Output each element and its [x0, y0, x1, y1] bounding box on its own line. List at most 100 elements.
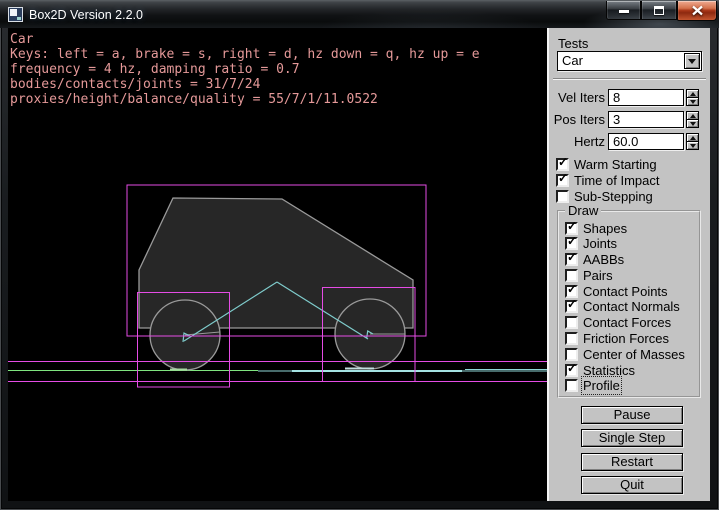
checkmark-icon: ✓	[567, 235, 577, 247]
checkbox-warm-starting[interactable]: ✓	[556, 158, 569, 171]
hertz-down-button[interactable]	[686, 142, 699, 150]
checkbox-sub-stepping[interactable]: ✓	[556, 190, 569, 203]
debug-text-line: Keys: left = a, brake = s, right = d, hz…	[10, 47, 480, 62]
checkbox-label: Contact Points	[583, 284, 668, 299]
draw-group-label: Draw	[565, 204, 601, 218]
triangle-up-icon	[690, 114, 696, 118]
checkbox-label: Friction Forces	[583, 331, 669, 346]
triangle-down-icon	[690, 144, 696, 148]
button-label: Restart	[611, 455, 653, 469]
checkbox-friction-forces[interactable]: ✓	[565, 332, 578, 345]
spinner-pos-iters: Pos Iters 3	[549, 111, 710, 128]
pause-button[interactable]: Pause	[581, 406, 683, 424]
checkbox-row-statistics: ✓ Statistics	[565, 363, 697, 377]
chevron-down-icon	[688, 59, 696, 64]
checkmark-icon: ✓	[558, 156, 568, 168]
checkbox-contact-forces[interactable]: ✓	[565, 316, 578, 329]
spinner-label: Hertz	[549, 134, 605, 149]
checkbox-label: Warm Starting	[574, 157, 657, 172]
front-wheel-contact-mark	[345, 368, 374, 370]
checkmark-icon: ✓	[558, 172, 568, 184]
checkbox-label: Time of Impact	[574, 173, 659, 188]
close-icon	[691, 5, 704, 16]
checkbox-label: Center of Masses	[583, 347, 685, 362]
checkbox-contact-normals[interactable]: ✓	[565, 300, 578, 313]
checkbox-time-of-impact[interactable]: ✓	[556, 174, 569, 187]
checkbox-label: Sub-Stepping	[574, 189, 653, 204]
spinner-label: Vel Iters	[549, 90, 605, 105]
spinner-hertz: Hertz 60.0	[549, 133, 710, 150]
checkbox-shapes[interactable]: ✓	[565, 222, 578, 235]
minimize-icon	[619, 10, 629, 13]
checkbox-label: Contact Forces	[583, 315, 671, 330]
control-panel: Tests Car Vel Iters 8 Pos Iters 3 Hertz …	[547, 28, 710, 501]
button-label: Pause	[614, 408, 651, 422]
draw-options: ✓ Shapes ✓ Joints ✓ AABBs ✓ Pairs ✓ Cont…	[565, 221, 697, 395]
separator	[553, 78, 706, 80]
checkbox-label: Profile	[583, 378, 620, 393]
quit-button[interactable]: Quit	[581, 476, 683, 494]
hertz-input[interactable]: 60.0	[608, 133, 684, 150]
maximize-icon	[654, 6, 664, 15]
checkbox-statistics[interactable]: ✓	[565, 364, 578, 377]
triangle-down-icon	[690, 122, 696, 126]
debug-text-line: proxies/height/balance/quality = 55/7/1/…	[10, 92, 480, 107]
checkbox-aabbs[interactable]: ✓	[565, 253, 578, 266]
checkbox-label: Joints	[583, 236, 617, 251]
minimize-button[interactable]	[606, 1, 641, 20]
close-button[interactable]	[677, 1, 717, 21]
checkbox-label: Shapes	[583, 221, 627, 236]
checkbox-row-contact-points: ✓ Contact Points	[565, 284, 697, 298]
checkbox-label: Statistics	[583, 363, 635, 378]
test-select-value: Car	[562, 53, 583, 69]
vel-iters-input[interactable]: 8	[608, 89, 684, 106]
spinner-arrows	[686, 133, 699, 150]
checkbox-row-contact-normals: ✓ Contact Normals	[565, 300, 697, 314]
checkbox-row-pairs: ✓ Pairs	[565, 268, 697, 282]
spinner-group: Vel Iters 8 Pos Iters 3 Hertz 60.0	[549, 89, 710, 155]
draw-group: Draw ✓ Shapes ✓ Joints ✓ AABBs ✓ Pairs ✓…	[557, 210, 701, 398]
pos-iters-input[interactable]: 3	[608, 111, 684, 128]
restart-button[interactable]: Restart	[581, 453, 683, 471]
checkbox-label: AABBs	[583, 252, 624, 267]
checkbox-row-warm-starting: ✓ Warm Starting	[556, 157, 659, 171]
checkbox-contact-points[interactable]: ✓	[565, 285, 578, 298]
app-window: Box2D Version 2.2.0	[0, 0, 719, 510]
debug-text-line: bodies/contacts/joints = 31/7/24	[10, 77, 480, 92]
title-bar: Box2D Version 2.2.0	[0, 0, 719, 28]
checkbox-row-center-of-masses: ✓ Center of Masses	[565, 347, 697, 361]
vel-iters-up-button[interactable]	[686, 89, 699, 98]
single-step-button[interactable]: Single Step	[581, 429, 683, 447]
vel-iters-down-button[interactable]	[686, 98, 699, 106]
checkbox-label: Pairs	[583, 268, 613, 283]
checkbox-row-profile: ✓ Profile	[565, 379, 697, 393]
spinner-arrows	[686, 89, 699, 106]
test-select[interactable]: Car	[557, 51, 702, 71]
debug-text-line: Car	[10, 32, 480, 47]
hertz-up-button[interactable]	[686, 133, 699, 142]
checkbox-row-shapes: ✓ Shapes	[565, 221, 697, 235]
triangle-up-icon	[690, 92, 696, 96]
checkbox-joints[interactable]: ✓	[565, 237, 578, 250]
pos-iters-down-button[interactable]	[686, 120, 699, 128]
checkbox-pairs[interactable]: ✓	[565, 269, 578, 282]
checkmark-icon: ✓	[567, 251, 577, 263]
checkbox-row-joints: ✓ Joints	[565, 237, 697, 251]
checkbox-center-of-masses[interactable]: ✓	[565, 348, 578, 361]
checkmark-icon: ✓	[567, 298, 577, 310]
spinner-vel-iters: Vel Iters 8	[549, 89, 710, 106]
checkmark-icon: ✓	[567, 362, 577, 374]
solver-toggles: ✓ Warm Starting ✓ Time of Impact ✓ Sub-S…	[556, 157, 659, 205]
checkbox-profile[interactable]: ✓	[565, 379, 578, 392]
bridge-highlight-segment	[292, 370, 462, 372]
maximize-button[interactable]	[641, 1, 677, 20]
checkbox-row-sub-stepping: ✓ Sub-Stepping	[556, 189, 659, 203]
pos-iters-up-button[interactable]	[686, 111, 699, 120]
spinner-arrows	[686, 111, 699, 128]
spinner-label: Pos Iters	[549, 112, 605, 127]
window-title: Box2D Version 2.2.0	[29, 8, 143, 22]
rear-wheel-contact-mark	[170, 369, 187, 371]
test-select-dropdown-button[interactable]	[684, 53, 700, 69]
simulation-canvas[interactable]: CarKeys: left = a, brake = s, right = d,…	[8, 28, 547, 501]
action-buttons: Pause Single Step Restart Quit	[581, 406, 683, 500]
